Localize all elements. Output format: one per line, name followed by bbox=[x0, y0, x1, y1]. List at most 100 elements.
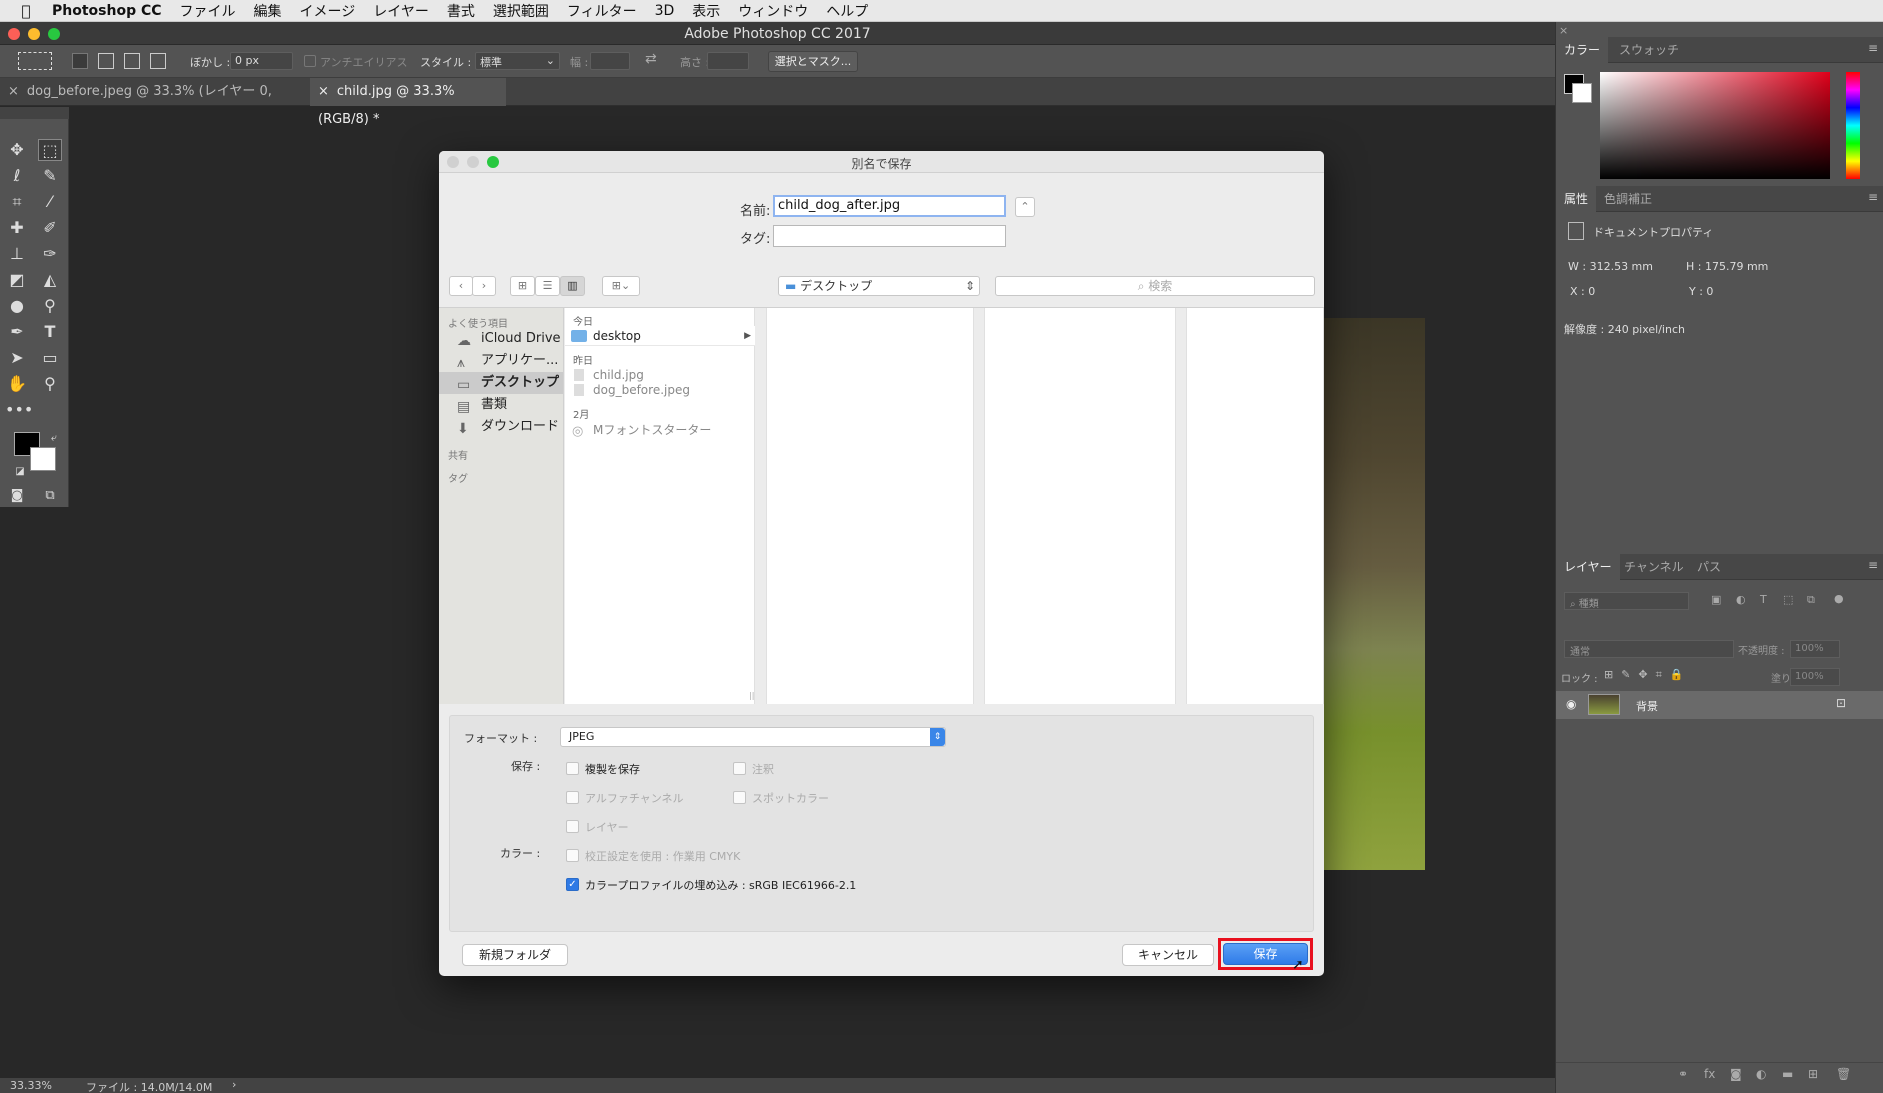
save-copy-checkbox[interactable] bbox=[566, 762, 579, 775]
quick-select-tool-icon[interactable]: ✎ bbox=[38, 165, 62, 187]
hue-slider[interactable] bbox=[1846, 72, 1860, 179]
filter-shape-icon[interactable]: ⬚ bbox=[1783, 593, 1793, 606]
brush-tool-icon[interactable]: ✐ bbox=[38, 217, 62, 239]
layers-checkbox[interactable] bbox=[566, 820, 579, 833]
new-group-icon[interactable]: ▬ bbox=[1782, 1067, 1793, 1081]
blur-tool-icon[interactable]: ● bbox=[5, 295, 29, 317]
hand-tool-icon[interactable]: ✋ bbox=[5, 373, 29, 395]
swap-icon[interactable]: ⇄ bbox=[645, 51, 657, 67]
panel-menu-icon[interactable]: ≡ bbox=[1868, 41, 1878, 55]
prop-width[interactable]: W : 312.53 mm bbox=[1568, 260, 1653, 273]
list-view-icon[interactable]: ☰ bbox=[535, 276, 560, 296]
menu-window[interactable]: ウィンドウ bbox=[738, 1, 808, 21]
width-input[interactable] bbox=[590, 52, 630, 70]
column-resize-handle[interactable]: || bbox=[749, 691, 754, 700]
type-tool-icon[interactable]: T bbox=[38, 321, 62, 343]
sidebar-item-icloud[interactable]: ☁ iCloud Drive bbox=[439, 328, 563, 350]
fx-icon[interactable]: fx bbox=[1704, 1067, 1715, 1081]
intersect-selection-icon[interactable] bbox=[150, 53, 166, 69]
filter-image-icon[interactable]: ▣ bbox=[1711, 593, 1721, 606]
menu-select[interactable]: 選択範囲 bbox=[493, 1, 549, 21]
tab-paths[interactable]: パス bbox=[1689, 554, 1729, 580]
back-chevron-icon[interactable]: ‹ bbox=[449, 276, 473, 296]
default-colors-icon[interactable]: ◪ bbox=[8, 461, 32, 483]
doc-tab-child[interactable]: × child.jpg @ 33.3% (RGB/8) * bbox=[310, 78, 506, 127]
feather-input[interactable]: 0 px bbox=[230, 52, 293, 70]
column-view-icon[interactable]: ▥ bbox=[560, 276, 585, 296]
blend-mode-select[interactable]: 通常 bbox=[1564, 640, 1734, 658]
color-picker-field[interactable] bbox=[1600, 72, 1830, 179]
close-icon[interactable]: × bbox=[8, 84, 19, 99]
tab-color[interactable]: カラー bbox=[1556, 37, 1609, 63]
cancel-button[interactable]: キャンセル bbox=[1122, 944, 1214, 966]
layer-row[interactable]: ◉ 背景 ⊡ bbox=[1556, 691, 1883, 719]
location-select[interactable]: ▬ デスクトップ ⇕ bbox=[778, 276, 980, 296]
menu-image[interactable]: イメージ bbox=[300, 1, 356, 21]
opacity-input[interactable]: 100% bbox=[1790, 640, 1840, 658]
menu-app-name[interactable]: Photoshop CC bbox=[52, 3, 162, 19]
menu-type[interactable]: 書式 bbox=[447, 1, 475, 21]
link-layers-icon[interactable]: ⚭ bbox=[1678, 1067, 1688, 1081]
adjustment-layer-icon[interactable]: ◐ bbox=[1756, 1067, 1766, 1081]
layer-filter-select[interactable]: ⌕ 種類 bbox=[1564, 592, 1689, 610]
marquee-tool-icon[interactable] bbox=[18, 52, 52, 70]
menu-layer[interactable]: レイヤー bbox=[373, 1, 429, 21]
eraser-tool-icon[interactable]: ◩ bbox=[5, 269, 29, 291]
canvas-image[interactable] bbox=[1322, 318, 1425, 870]
forward-chevron-icon[interactable]: › bbox=[472, 276, 496, 296]
menu-edit[interactable]: 編集 bbox=[254, 1, 282, 21]
panel-menu-icon[interactable]: ≡ bbox=[1868, 558, 1878, 572]
arrange-menu-icon[interactable]: ⊞⌄ bbox=[602, 276, 640, 296]
collapse-chevron-up-icon[interactable]: ⌃ bbox=[1015, 197, 1035, 217]
alpha-channels-checkbox[interactable] bbox=[566, 791, 579, 804]
new-layer-icon[interactable]: ⊞ bbox=[1808, 1067, 1818, 1081]
add-selection-icon[interactable] bbox=[98, 53, 114, 69]
prop-x[interactable]: X : 0 bbox=[1570, 285, 1595, 298]
swap-colors-icon[interactable]: ⤶ bbox=[42, 427, 66, 449]
background-color-swatch[interactable] bbox=[30, 447, 56, 471]
tab-layers[interactable]: レイヤー bbox=[1556, 554, 1620, 580]
close-panel-icon[interactable]: × bbox=[1559, 24, 1568, 37]
quick-mask-icon[interactable]: ◙ bbox=[5, 485, 29, 507]
lasso-tool-icon[interactable]: ℓ bbox=[5, 165, 29, 187]
list-item-dog-before[interactable]: dog_before.jpeg bbox=[565, 380, 755, 400]
sidebar-item-downloads[interactable]: ⬇ ダウンロード bbox=[439, 416, 563, 438]
dodge-tool-icon[interactable]: ⚲ bbox=[38, 295, 62, 317]
lock-icons[interactable]: ⊞✎✥⌗🔒 bbox=[1604, 668, 1692, 682]
list-item-desktop-folder[interactable]: desktop ▶ bbox=[565, 326, 755, 346]
sidebar-item-documents[interactable]: ▤ 書類 bbox=[439, 394, 563, 416]
style-select[interactable]: 標準 ⌄ bbox=[475, 52, 560, 70]
layer-name[interactable]: 背景 bbox=[1636, 698, 1658, 714]
tab-swatches[interactable]: スウォッチ bbox=[1611, 37, 1687, 63]
menu-view[interactable]: 表示 bbox=[692, 1, 720, 21]
doc-tab-dog-before[interactable]: ×dog_before.jpeg @ 33.3% (レイヤー 0, RGB/8)… bbox=[0, 78, 310, 127]
tag-input[interactable] bbox=[773, 225, 1006, 247]
antialias-checkbox[interactable] bbox=[304, 55, 316, 67]
subtract-selection-icon[interactable] bbox=[124, 53, 140, 69]
icon-view-icon[interactable]: ⊞ bbox=[510, 276, 535, 296]
filter-toggle-icon[interactable]: ● bbox=[1834, 592, 1844, 605]
notes-checkbox[interactable] bbox=[733, 762, 746, 775]
stamp-tool-icon[interactable]: ⊥ bbox=[5, 243, 29, 265]
menu-help[interactable]: ヘルプ bbox=[826, 1, 868, 21]
more-tools-icon[interactable]: ••• bbox=[5, 399, 33, 421]
rect-marquee-tool-icon[interactable]: ⬚ bbox=[38, 139, 62, 161]
tab-adjustments[interactable]: 色調補正 bbox=[1596, 186, 1660, 212]
move-tool-icon[interactable]: ✥ bbox=[5, 139, 29, 161]
list-item-mfont[interactable]: ◎ Mフォントスターター bbox=[565, 420, 755, 440]
new-folder-button[interactable]: 新規フォルダ bbox=[462, 944, 568, 966]
proof-setup-checkbox[interactable] bbox=[566, 849, 579, 862]
format-select[interactable]: JPEG ⇕ bbox=[560, 727, 946, 747]
search-field[interactable]: ⌕ 検索 bbox=[995, 276, 1315, 296]
sidebar-item-applications[interactable]: ⩚ アプリケー... bbox=[439, 350, 563, 372]
crop-tool-icon[interactable]: ⌗ bbox=[5, 191, 29, 213]
healing-brush-tool-icon[interactable]: ✚ bbox=[5, 217, 29, 239]
new-selection-icon[interactable] bbox=[72, 53, 88, 69]
eyedropper-tool-icon[interactable]: ⁄ bbox=[38, 191, 62, 213]
zoom-level[interactable]: 33.33% bbox=[10, 1079, 52, 1092]
embed-profile-checkbox[interactable]: ✓ bbox=[566, 878, 579, 891]
menu-filter[interactable]: フィルター bbox=[567, 1, 637, 21]
select-and-mask-button[interactable]: 選択とマスク... bbox=[768, 51, 858, 72]
history-brush-tool-icon[interactable]: ✑ bbox=[38, 243, 62, 265]
close-icon[interactable]: × bbox=[318, 84, 329, 99]
